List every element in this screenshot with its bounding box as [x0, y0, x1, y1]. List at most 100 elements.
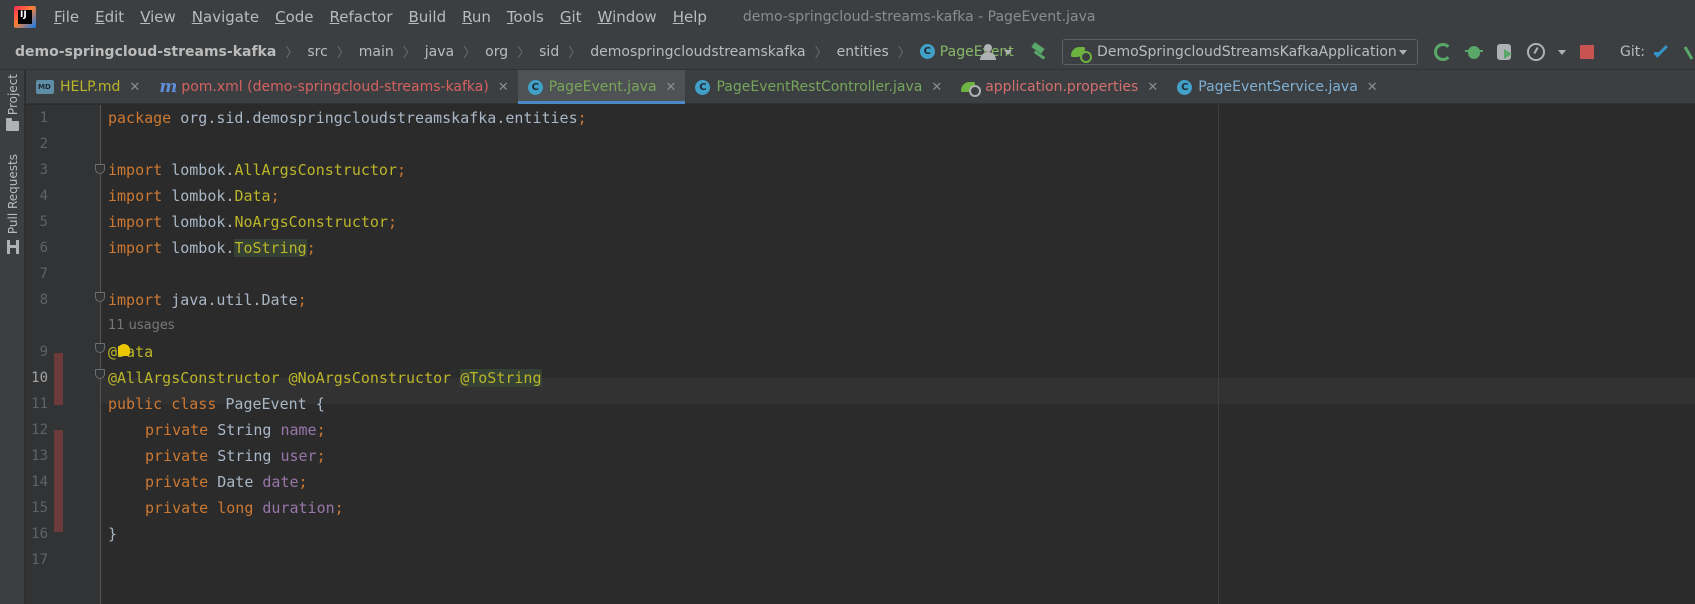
menu-navigate[interactable]: Navigate: [192, 8, 259, 26]
tab-page-event-rest-controller[interactable]: PageEventRestController.java ✕: [685, 70, 951, 104]
build-hammer-icon[interactable]: [1030, 43, 1048, 61]
tab-label: PageEvent.java: [548, 79, 657, 95]
markdown-icon: [36, 80, 54, 94]
close-icon[interactable]: ✕: [1367, 80, 1378, 95]
semicolon: ;: [316, 447, 326, 465]
menu-help[interactable]: Help: [673, 8, 707, 26]
code-text: package org.sid.demospringcloudstreamska…: [108, 105, 587, 131]
breadcrumb-org[interactable]: org: [485, 44, 508, 60]
menu-code[interactable]: Code: [275, 8, 313, 26]
semicolon: ;: [306, 239, 316, 257]
menu-run[interactable]: Run: [462, 8, 491, 26]
line-number: 13: [31, 448, 48, 464]
toolbar: DemoSpringcloudStreamsKafkaApplication G…: [980, 34, 1695, 70]
breadcrumb-separator-icon: 〉: [463, 46, 477, 61]
line-number: 14: [31, 474, 48, 490]
menu-file[interactable]: File: [54, 8, 79, 26]
class-icon: [1177, 79, 1193, 95]
code-text: import lombok.AllArgsConstructor;: [108, 157, 406, 183]
import-package: java.util.Date: [162, 291, 298, 309]
line-number: 4: [39, 188, 48, 204]
breadcrumb-separator-icon: 〉: [897, 46, 911, 61]
close-icon[interactable]: ✕: [498, 80, 509, 95]
code-line: 12 private String name;: [26, 417, 1695, 443]
tab-page-event-service[interactable]: PageEventService.java ✕: [1167, 70, 1386, 104]
intention-bulb-icon[interactable]: [118, 344, 130, 356]
code-line: 14 private Date date;: [26, 469, 1695, 495]
import-package: lombok.: [162, 187, 235, 205]
rerun-icon[interactable]: [1434, 43, 1453, 61]
stop-icon[interactable]: [1580, 45, 1595, 59]
code-line: 1 package org.sid.demospringcloudstreams…: [26, 105, 1695, 131]
left-tool-strip: Project Pull Requests: [0, 70, 25, 604]
keyword-long: long: [217, 499, 254, 517]
tab-label: application.properties: [985, 79, 1139, 95]
maven-icon: m: [159, 77, 178, 97]
code-text: import java.util.Date;: [108, 287, 307, 313]
line-number: 3: [39, 162, 48, 178]
menu-window[interactable]: Window: [598, 8, 657, 26]
chevron-down-icon[interactable]: [1558, 49, 1567, 55]
line-number: 10: [31, 370, 48, 386]
breadcrumb-main[interactable]: main: [359, 44, 394, 60]
breadcrumb-sid[interactable]: sid: [539, 44, 559, 60]
tab-help-md[interactable]: HELP.md ✕: [26, 70, 149, 104]
git-commit-check-icon[interactable]: [1683, 44, 1695, 60]
tab-label: PageEventService.java: [1198, 79, 1358, 95]
intellij-logo-icon[interactable]: IJ: [14, 6, 36, 28]
code-line: 13 private String user;: [26, 443, 1695, 469]
line-number: 12: [31, 422, 48, 438]
debug-bug-icon[interactable]: [1465, 43, 1484, 61]
menu-view[interactable]: View: [140, 8, 176, 26]
menu-refactor[interactable]: Refactor: [330, 8, 393, 26]
code-text: @AllArgsConstructor @NoArgsConstructor @…: [108, 365, 542, 391]
breadcrumb-entities[interactable]: entities: [837, 44, 889, 60]
keyword-import: import: [108, 161, 163, 179]
menu-tools[interactable]: Tools: [507, 8, 544, 26]
run-configuration-select[interactable]: DemoSpringcloudStreamsKafkaApplication: [1062, 39, 1419, 65]
code-editor[interactable]: 1 package org.sid.demospringcloudstreams…: [26, 105, 1695, 604]
breadcrumb-src[interactable]: src: [307, 44, 327, 60]
usages-hint[interactable]: 11 usages: [108, 313, 175, 339]
close-icon[interactable]: ✕: [666, 80, 677, 95]
profile-icon[interactable]: [1527, 43, 1546, 61]
code-line: 3 import lombok.AllArgsConstructor;: [26, 157, 1695, 183]
breadcrumb-java[interactable]: java: [425, 44, 454, 60]
menu-build[interactable]: Build: [408, 8, 446, 26]
keyword-import: import: [108, 187, 163, 205]
import-package: lombok.: [162, 239, 235, 257]
keyword-private: private: [145, 421, 209, 439]
tab-application-properties[interactable]: application.properties ✕: [951, 70, 1167, 104]
line-number: 5: [39, 214, 48, 230]
keyword-private: private: [145, 447, 209, 465]
keyword-public-class: public class: [108, 395, 217, 413]
menu-edit[interactable]: Edit: [95, 8, 124, 26]
semicolon: ;: [270, 187, 280, 205]
menu-git[interactable]: Git: [560, 8, 582, 26]
field-type: String: [208, 421, 281, 439]
import-package: lombok.: [162, 213, 235, 231]
pull-requests-tool-button[interactable]: Pull Requests: [0, 154, 25, 255]
tab-page-event-java[interactable]: PageEvent.java ✕: [517, 70, 686, 104]
code-line: 4 import lombok.Data;: [26, 183, 1695, 209]
folder-icon: [6, 118, 19, 132]
keyword-private: private: [145, 499, 209, 517]
chevron-down-icon[interactable]: [1004, 49, 1013, 55]
close-icon[interactable]: ✕: [931, 80, 942, 95]
close-icon[interactable]: ✕: [1147, 80, 1158, 95]
line-number: 11: [31, 396, 48, 412]
project-tool-button[interactable]: Project: [0, 74, 25, 132]
breadcrumb: demo-springcloud-streams-kafka 〉 src 〉 m…: [15, 42, 1014, 62]
semicolon: ;: [297, 291, 307, 309]
breadcrumb-package[interactable]: demospringcloudstreamskafka: [590, 44, 805, 60]
user-icon[interactable]: [980, 44, 1000, 60]
keyword-import: import: [108, 213, 163, 231]
field-name: user: [280, 447, 317, 465]
tab-pom-xml[interactable]: m pom.xml (demo-springcloud-streams-kafk…: [149, 70, 517, 104]
breadcrumb-project[interactable]: demo-springcloud-streams-kafka: [15, 44, 276, 60]
run-with-coverage-icon[interactable]: [1496, 43, 1514, 61]
close-icon[interactable]: ✕: [129, 80, 140, 95]
class-declaration: PageEvent {: [216, 395, 325, 413]
code-line: 17: [26, 547, 1695, 573]
git-update-arrow-icon[interactable]: [1653, 44, 1669, 60]
